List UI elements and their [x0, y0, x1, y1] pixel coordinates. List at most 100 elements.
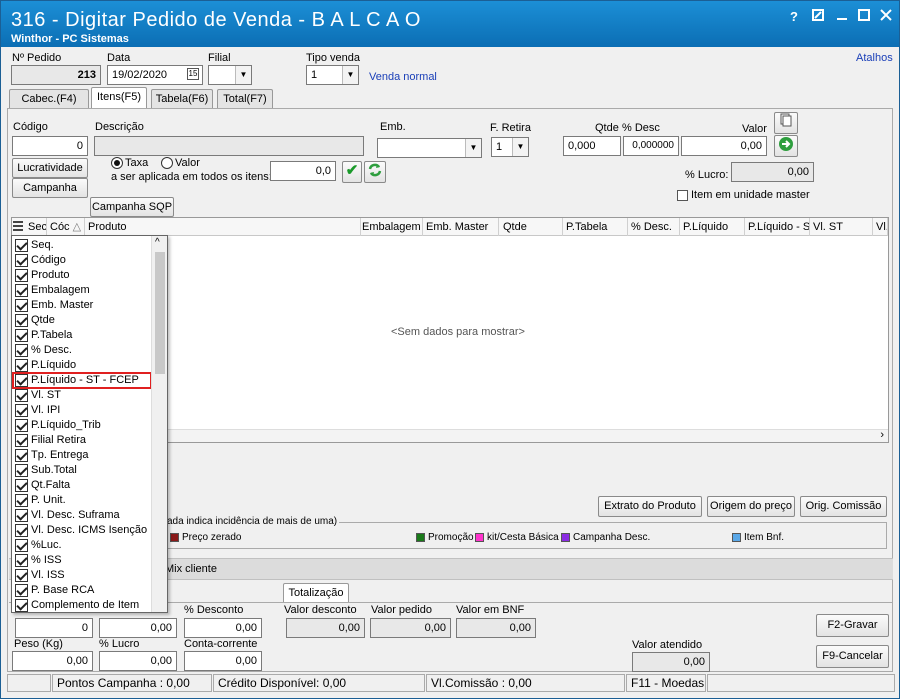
column-item[interactable]: Complemento de Item	[13, 598, 151, 612]
column-item[interactable]: Vl. Desc. ICMS Isenção	[13, 523, 151, 538]
checkbox-icon[interactable]	[15, 388, 28, 402]
checkbox-icon[interactable]	[15, 298, 28, 312]
checkbox-icon[interactable]	[15, 313, 28, 327]
tab-totalizacao[interactable]: Totalização	[283, 583, 349, 603]
close-icon[interactable]	[877, 9, 895, 25]
checkbox-icon[interactable]	[15, 253, 28, 267]
checkbox-icon[interactable]	[15, 343, 28, 357]
col-pliquido-st[interactable]: P.Líquido - S	[745, 218, 810, 236]
refresh-icon[interactable]	[364, 161, 386, 183]
radio-icon[interactable]	[111, 157, 123, 170]
valor-radio[interactable]: Valor	[161, 157, 200, 170]
column-item[interactable]: Vl. Desc. Suframa	[13, 508, 151, 523]
column-item[interactable]: Sub.Total	[13, 463, 151, 478]
column-item-highlighted[interactable]: P.Líquido - ST - FCEP	[12, 372, 152, 389]
copy-icon[interactable]	[774, 112, 798, 134]
tab-cabec[interactable]: Cabec.(F4)	[9, 89, 89, 109]
checkbox-icon[interactable]	[15, 553, 28, 567]
checkbox-icon[interactable]	[15, 403, 28, 417]
cancelar-button[interactable]: F9-Cancelar	[816, 645, 889, 668]
chevron-down-icon[interactable]: ▼	[465, 139, 481, 157]
column-item[interactable]: P. Base RCA	[13, 583, 151, 598]
chevron-down-icon[interactable]: ▼	[235, 66, 251, 84]
column-item[interactable]: P.Líquido_Trib	[13, 418, 151, 433]
filial-select[interactable]: ▼	[208, 65, 252, 85]
orig-comissao-button[interactable]: Orig. Comissão	[800, 496, 887, 517]
maximize-icon[interactable]	[855, 9, 873, 25]
checkbox-icon[interactable]	[15, 358, 28, 372]
taxa-radio[interactable]: Taxa	[111, 157, 148, 170]
checkbox-icon[interactable]	[15, 478, 28, 492]
go-icon[interactable]	[774, 135, 798, 157]
checkbox-icon[interactable]	[15, 283, 28, 297]
column-chooser-menu[interactable]: Seq. Código Produto Embalagem Emb. Maste…	[11, 235, 168, 613]
checkbox-icon[interactable]	[15, 328, 28, 342]
valor-field[interactable]: 0,00	[681, 136, 767, 156]
chevron-right-icon[interactable]: ›	[880, 429, 884, 441]
column-item[interactable]: Vl. ISS	[13, 568, 151, 583]
extrato-button[interactable]: Extrato do Produto	[598, 496, 702, 517]
qtde-field[interactable]: 0,000	[563, 136, 621, 156]
column-item[interactable]: Qt.Falta	[13, 478, 151, 493]
column-item[interactable]: Emb. Master	[13, 298, 151, 313]
calendar-icon[interactable]: 15	[187, 68, 199, 80]
checkbox-icon[interactable]	[15, 268, 28, 282]
checkbox-icon[interactable]	[677, 189, 688, 201]
col-codigo[interactable]: Cóc △	[47, 218, 85, 236]
title-bar[interactable]: 316 - Digitar Pedido de Venda - B A L C …	[1, 1, 899, 47]
data-field[interactable]: 19/02/2020 15	[107, 65, 203, 85]
lucratividade-button[interactable]: Lucratividade	[12, 158, 88, 178]
tab-tabela[interactable]: Tabela(F6)	[151, 89, 213, 109]
column-item[interactable]: P. Unit.	[13, 493, 151, 508]
checkbox-icon[interactable]	[15, 568, 28, 582]
col-embalagem[interactable]: Embalagem	[359, 218, 423, 236]
origem-preco-button[interactable]: Origem do preço	[707, 496, 795, 517]
restore-icon[interactable]	[809, 9, 827, 25]
column-item[interactable]: Vl. ST	[13, 388, 151, 403]
column-item[interactable]: Tp. Entrega	[13, 448, 151, 463]
col-pct-desc[interactable]: % Desc.	[628, 218, 680, 236]
mix-cliente-label[interactable]: Mix cliente	[165, 563, 217, 575]
column-item[interactable]: % Desc.	[13, 343, 151, 358]
checkbox-icon[interactable]	[15, 418, 28, 432]
tab-total[interactable]: Total(F7)	[217, 89, 273, 109]
radio-icon[interactable]	[161, 157, 173, 170]
col-vl[interactable]: Vl.	[873, 218, 888, 236]
codigo-field[interactable]: 0	[12, 136, 88, 156]
checkbox-icon[interactable]	[15, 538, 28, 552]
col-vl-st[interactable]: Vl. ST	[810, 218, 873, 236]
checkbox-icon[interactable]	[15, 433, 28, 447]
checkbox-icon[interactable]	[15, 583, 28, 597]
f-retira-select[interactable]: 1 ▼	[491, 137, 529, 157]
chevron-down-icon[interactable]: ▼	[342, 66, 358, 84]
minimize-icon[interactable]	[833, 9, 851, 25]
column-item[interactable]: Seq.	[13, 238, 151, 253]
confirm-check-icon[interactable]: ✔	[342, 161, 362, 183]
checkbox-icon[interactable]	[15, 373, 28, 387]
checkbox-icon[interactable]	[15, 598, 28, 612]
column-item[interactable]: Vl. IPI	[13, 403, 151, 418]
atalhos-link[interactable]: Atalhos	[856, 52, 893, 64]
checkbox-icon[interactable]	[15, 508, 28, 522]
checkbox-icon[interactable]	[15, 463, 28, 477]
pct-desc-field[interactable]: 0,000000	[623, 136, 679, 156]
item-master-checkbox[interactable]: Item em unidade master	[677, 189, 810, 201]
col-pliquido[interactable]: P.Líquido	[680, 218, 745, 236]
gravar-button[interactable]: F2-Gravar	[816, 614, 889, 637]
campanha-sqp-button[interactable]: Campanha SQP	[90, 197, 174, 217]
help-button[interactable]: ?	[785, 9, 803, 25]
column-item[interactable]: %Luc.	[13, 538, 151, 553]
column-chooser-icon[interactable]	[13, 220, 25, 234]
col-ptabela[interactable]: P.Tabela	[563, 218, 628, 236]
chevron-down-icon[interactable]: ▼	[512, 138, 528, 156]
checkbox-icon[interactable]	[15, 493, 28, 507]
column-item[interactable]: Embalagem	[13, 283, 151, 298]
col-produto[interactable]: Produto	[85, 218, 361, 236]
col-seq[interactable]: Sec	[25, 218, 47, 236]
chevron-up-icon[interactable]: ^	[155, 237, 160, 248]
tab-itens[interactable]: Itens(F5)	[91, 87, 147, 109]
col-qtde[interactable]: Qtde	[500, 218, 563, 236]
column-item[interactable]: Produto	[13, 268, 151, 283]
menu-scrollbar[interactable]: ^	[151, 236, 167, 612]
tipo-venda-select[interactable]: 1 ▼	[306, 65, 359, 85]
